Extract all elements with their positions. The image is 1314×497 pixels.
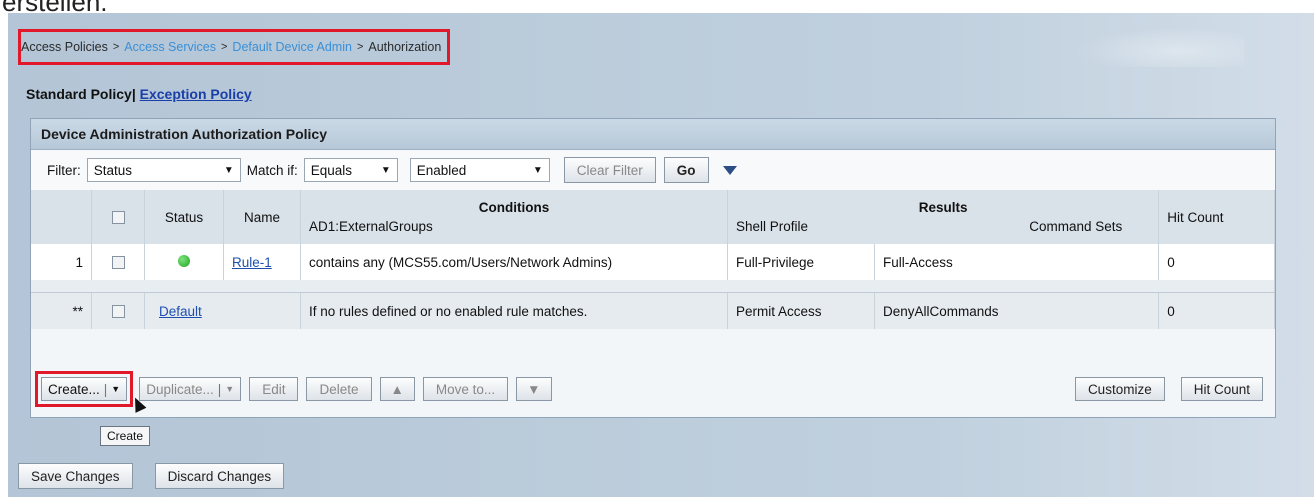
row-number: ** [31,292,92,329]
arrow-down-icon: ▼ [527,381,541,397]
header-number [31,190,92,244]
default-rule-row[interactable]: ** Default If no rules defined or no ena… [31,292,1275,329]
breadcrumb-access-policies[interactable]: Access Policies [21,40,108,54]
go-button[interactable]: Go [663,157,709,183]
filter-value-value: Enabled [416,162,467,178]
row-shell-profile: Permit Access [727,292,875,329]
row-condition: contains any (MCS55.com/Users/Network Ad… [300,244,728,280]
default-rule-link[interactable]: Default [159,304,202,319]
split-divider: | [217,381,222,397]
row-checkbox-cell [91,292,145,329]
header-status[interactable]: Status [144,190,224,244]
row-condition: If no rules defined or no enabled rule m… [300,292,728,329]
chevron-down-icon: ▼ [223,164,234,176]
chevron-down-icon[interactable]: ▼ [111,384,120,394]
breadcrumb-default-device-admin[interactable]: Default Device Admin [232,40,352,54]
header-conditions: Conditions AD1:ExternalGroups [300,190,728,244]
authorization-policy-panel: Device Administration Authorization Poli… [30,118,1276,418]
filter-field-value: Status [93,162,133,178]
duplicate-split-button[interactable]: Duplicate... | ▼ [139,377,242,401]
clear-filter-button[interactable]: Clear Filter [563,157,656,183]
breadcrumb-separator: > [112,41,120,53]
breadcrumb-separator: > [220,41,228,53]
filter-bar: Filter: Status ▼ Match if: Equals ▼ Enab… [31,150,1275,190]
table-row[interactable]: 1 Rule-1 contains any (MCS55.com/Users/N… [31,244,1275,280]
rule-name-link[interactable]: Rule-1 [232,255,272,270]
tab-divider: | [131,86,136,102]
conditions-sub-label[interactable]: AD1:ExternalGroups [309,219,719,234]
policy-title: Device Administration Authorization Poli… [31,119,1275,150]
spacer-cell [31,280,1275,293]
filter-field-select[interactable]: Status ▼ [86,158,241,182]
move-to-button[interactable]: Move to... [422,377,509,401]
policy-tabs: Standard Policy| Exception Policy [26,86,252,102]
move-down-button[interactable]: ▼ [516,377,552,401]
header-hit-count[interactable]: Hit Count [1158,190,1275,244]
status-enabled-icon [178,254,190,267]
row-command-sets: Full-Access [874,244,1160,280]
results-sub-headers: Shell Profile Command Sets [736,219,1150,234]
header-shell-profile[interactable]: Shell Profile [736,219,808,234]
match-if-label: Match if: [246,162,298,178]
breadcrumb: Access Policies > Access Services > Defa… [18,29,451,65]
discard-changes-button[interactable]: Discard Changes [154,463,285,489]
row-name-cell: Default [144,292,301,329]
filter-options-triangle-icon[interactable] [722,165,737,175]
tab-exception-policy[interactable]: Exception Policy [140,86,252,102]
filter-label: Filter: [47,162,81,178]
results-group-label: Results [918,200,968,215]
row-checkbox[interactable] [111,305,125,319]
save-changes-button[interactable]: Save Changes [18,463,133,489]
create-split-button[interactable]: Create... | ▼ [41,377,128,401]
save-actions: Save Changes Discard Changes [18,463,285,489]
header-select-all [91,190,145,244]
rules-toolbar: Create... | ▼ Duplicate... | ▼ Edit Dele… [31,371,1275,407]
row-name-cell: Rule-1 [223,244,301,280]
chevron-down-icon: ▼ [380,164,391,176]
table-spacer-row [31,280,1275,293]
create-button-label[interactable]: Create... [48,382,100,397]
row-checkbox-cell [91,244,145,280]
filter-operator-select[interactable]: Equals ▼ [303,158,398,182]
create-tooltip: Create [100,426,151,446]
breadcrumb-separator: > [356,41,364,53]
create-highlight: Create... | ▼ [35,371,134,407]
conditions-group-label: Conditions [478,200,550,215]
delete-button[interactable]: Delete [306,377,372,401]
table-header-row: Status Name Conditions AD1:ExternalGroup… [31,190,1275,244]
select-all-checkbox[interactable] [111,211,125,225]
header-command-sets[interactable]: Command Sets [1029,219,1122,234]
row-command-sets: DenyAllCommands [874,292,1160,329]
breadcrumb-authorization: Authorization [368,40,442,54]
row-number: 1 [31,244,92,280]
duplicate-button-label[interactable]: Duplicate... [146,382,214,397]
header-name[interactable]: Name [223,190,301,244]
tab-standard-policy[interactable]: Standard Policy [26,86,132,102]
breadcrumb-access-services[interactable]: Access Services [124,40,216,54]
header-results: Results Shell Profile Command Sets [727,190,1160,244]
filter-value-select[interactable]: Enabled ▼ [409,158,550,182]
chevron-down-icon[interactable]: ▼ [225,384,234,394]
policy-rules-table: Status Name Conditions AD1:ExternalGroup… [31,190,1275,329]
filter-operator-value: Equals [310,162,353,178]
row-checkbox[interactable] [111,256,125,270]
chevron-down-icon: ▼ [532,164,543,176]
customize-button[interactable]: Customize [1074,377,1165,401]
arrow-up-icon: ▲ [390,381,404,397]
row-status-cell [144,244,224,280]
edit-button[interactable]: Edit [249,377,299,401]
hit-count-button[interactable]: Hit Count [1180,377,1263,401]
row-hit-count: 0 [1158,292,1275,329]
toolbar-right-group: Customize Hit Count [1074,377,1275,401]
split-divider: | [103,381,108,397]
decorative-graphic [1074,27,1244,67]
row-shell-profile: Full-Privilege [727,244,875,280]
row-hit-count: 0 [1158,244,1275,280]
move-up-button[interactable]: ▲ [379,377,415,401]
